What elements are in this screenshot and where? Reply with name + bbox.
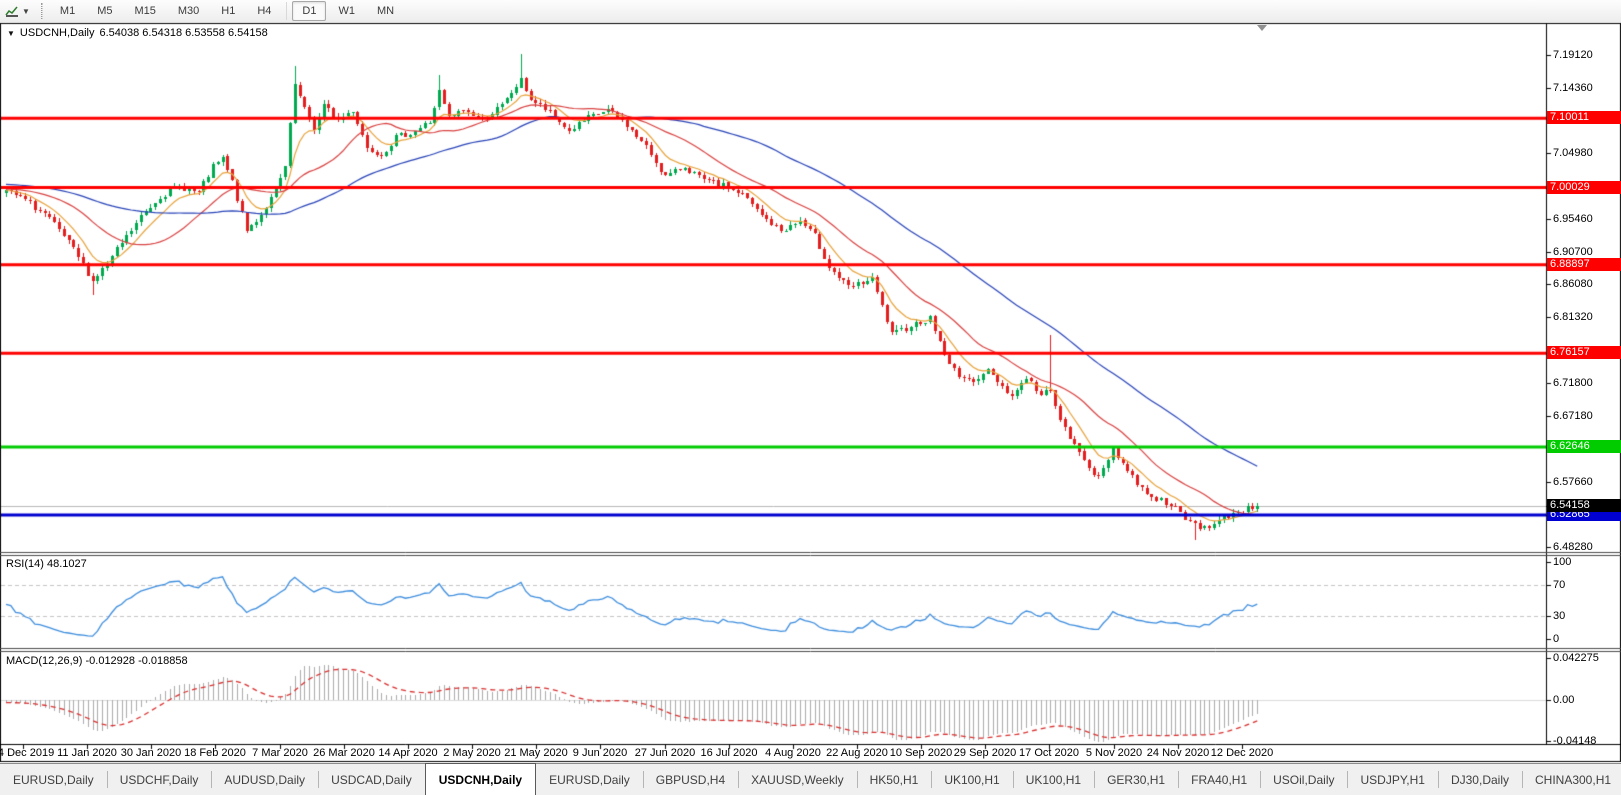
chart-tab-eurusd-daily[interactable]: EURUSD,Daily: [536, 764, 643, 795]
mt4-terminal: { "toolbar": { "timeframes": ["M1","M5",…: [0, 0, 1621, 795]
date-tick-14-apr-2020: 14 Apr 2020: [378, 747, 438, 759]
macd-tick-0.00: 0.00: [1553, 694, 1575, 706]
timeframe-button-m30[interactable]: M30: [168, 1, 209, 21]
price-tick-6.57660: 6.57660: [1553, 476, 1593, 488]
date-tick-27-jun-2020: 27 Jun 2020: [634, 747, 696, 759]
date-tick-29-sep-2020: 29 Sep 2020: [953, 747, 1017, 759]
date-tick-24-nov-2020: 24 Nov 2020: [1146, 747, 1210, 759]
chart-ohlc-values: 6.54038 6.54318 6.53558 6.54158: [99, 27, 268, 39]
price-tick-6.48280: 6.48280: [1553, 541, 1593, 553]
date-tick-10-sep-2020: 10 Sep 2020: [889, 747, 953, 759]
chart-tab-usoil-daily[interactable]: USOil,Daily: [1260, 764, 1347, 795]
date-tick-26-mar-2020: 26 Mar 2020: [313, 747, 375, 759]
chart-tab-eurusd-daily[interactable]: EURUSD,Daily: [0, 764, 107, 795]
chart-tab-usdjpy-h1[interactable]: USDJPY,H1: [1347, 764, 1437, 795]
chart-tab-usdchf-daily[interactable]: USDCHF,Daily: [106, 764, 212, 795]
price-tick-7.04980: 7.04980: [1553, 147, 1593, 159]
macd-name: MACD(12,26,9): [6, 655, 83, 667]
level-badge-7.10011: 7.10011: [1547, 111, 1621, 124]
date-tick-2-may-2020: 2 May 2020: [443, 747, 501, 759]
price-tick-7.14360: 7.14360: [1553, 82, 1593, 94]
rsi-value: 48.1027: [46, 558, 87, 570]
level-badge-6.88897: 6.88897: [1547, 258, 1621, 271]
rsi-indicator-label: RSI(14) 48.1027: [6, 558, 87, 570]
timeframe-button-m1[interactable]: M1: [50, 1, 85, 21]
date-tick-22-aug-2020: 22 Aug 2020: [826, 747, 888, 759]
level-badge-6.76157: 6.76157: [1547, 346, 1621, 359]
chart-tab-xauusd-weekly[interactable]: XAUUSD,Weekly: [738, 764, 856, 795]
timeframe-button-d1[interactable]: D1: [292, 1, 327, 21]
chart-tab-usdcnh-daily[interactable]: USDCNH,Daily: [424, 763, 537, 795]
rsi-tick-100: 100: [1553, 556, 1572, 568]
price-tick-6.67180: 6.67180: [1553, 410, 1593, 422]
level-badge-7.00029: 7.00029: [1547, 181, 1621, 194]
chart-tab-bar: EURUSD,Daily USDCHF,Daily AUDUSD,Daily USDC…: [0, 763, 1621, 795]
chart-tab-gbpusd-h4[interactable]: GBPUSD,H4: [642, 764, 738, 795]
price-tick-6.95460: 6.95460: [1553, 213, 1593, 225]
chart-tab-ger30-h1[interactable]: GER30,H1: [1094, 764, 1178, 795]
date-tick-12-dec-2020: 12 Dec 2020: [1210, 747, 1274, 759]
chart-tab-audusd-daily[interactable]: AUDUSD,Daily: [211, 764, 318, 795]
date-tick-18-feb-2020: 18 Feb 2020: [184, 747, 246, 759]
level-badge-6.62646: 6.62646: [1547, 440, 1621, 453]
rsi-tick-70: 70: [1553, 579, 1566, 591]
chart-title: ▼ USDCNH,Daily 6.54038 6.54318 6.53558 6…: [7, 27, 268, 39]
price-tick-7.19120: 7.19120: [1553, 49, 1593, 61]
rsi-name: RSI(14): [6, 558, 44, 570]
date-tick-21-may-2020: 21 May 2020: [504, 747, 568, 759]
chart-tab-china300-h1[interactable]: CHINA300,H1: [1522, 764, 1621, 795]
date-tick-16-jul-2020: 16 Jul 2020: [700, 747, 758, 759]
chart-tools-button[interactable]: ▼: [0, 0, 35, 22]
collapse-caret-icon[interactable]: ▼: [7, 29, 15, 38]
chart-tab-hk50-h1[interactable]: HK50,H1: [856, 764, 932, 795]
date-tick-7-mar-2020: 7 Mar 2020: [252, 747, 308, 759]
rsi-tick-0: 0: [1553, 633, 1560, 645]
timeframe-button-h1[interactable]: H1: [211, 1, 245, 21]
current-price-badge: 6.54158: [1547, 499, 1621, 512]
date-tick-4-aug-2020: 4 Aug 2020: [765, 747, 821, 759]
chart-tab-uk100-h1[interactable]: UK100,H1: [931, 764, 1012, 795]
timeframe-button-w1[interactable]: W1: [328, 1, 365, 21]
price-tick-6.90700: 6.90700: [1553, 246, 1593, 258]
date-tick-17-oct-2020: 17 Oct 2020: [1019, 747, 1079, 759]
rsi-tick-30: 30: [1553, 610, 1566, 622]
chart-tab-fra40-h1[interactable]: FRA40,H1: [1178, 764, 1260, 795]
macd-values: -0.012928 -0.018858: [85, 655, 188, 667]
price-chart-canvas[interactable]: [0, 0, 1621, 794]
macd-tick--0.04148: -0.04148: [1553, 735, 1597, 747]
price-tick-6.81320: 6.81320: [1553, 311, 1593, 323]
date-tick-9-jun-2020: 9 Jun 2020: [572, 747, 628, 759]
timeframe-button-m5[interactable]: M5: [87, 1, 122, 21]
chart-tool-icon: [5, 6, 18, 17]
chevron-down-icon: ▼: [22, 6, 30, 16]
chart-tab-dj30-daily[interactable]: DJ30,Daily: [1437, 764, 1522, 795]
date-tick-5-nov-2020: 5 Nov 2020: [1085, 747, 1143, 759]
timeframe-button-h4[interactable]: H4: [247, 1, 281, 21]
chart-symbol-label: USDCNH,Daily: [19, 27, 95, 39]
scroll-to-end-marker[interactable]: [1257, 25, 1267, 31]
price-tick-6.86080: 6.86080: [1553, 278, 1593, 290]
date-tick-24-dec-2019: 24 Dec 2019: [0, 747, 55, 759]
chart-tab-uk100-h1[interactable]: UK100,H1: [1012, 764, 1094, 795]
date-tick-30-jan-2020: 30 Jan 2020: [120, 747, 182, 759]
toolbar-grip: [40, 3, 43, 19]
macd-tick-0.042275: 0.042275: [1553, 652, 1599, 664]
timeframe-toolbar: ▼ M1 M5 M15 M30 H1 H4 D1 W1 MN: [0, 0, 1621, 23]
chart-tab-usdcad-daily[interactable]: USDCAD,Daily: [318, 764, 425, 795]
price-tick-6.71800: 6.71800: [1553, 377, 1593, 389]
timeframe-button-m15[interactable]: M15: [124, 1, 165, 21]
macd-indicator-label: MACD(12,26,9) -0.012928 -0.018858: [6, 655, 188, 667]
timeframe-buttons: M1 M5 M15 M30 H1 H4 D1 W1 MN: [49, 0, 405, 22]
timeframe-button-mn[interactable]: MN: [367, 1, 404, 21]
date-tick-11-jan-2020: 11 Jan 2020: [57, 747, 117, 759]
toolbar-separator: [286, 2, 288, 20]
